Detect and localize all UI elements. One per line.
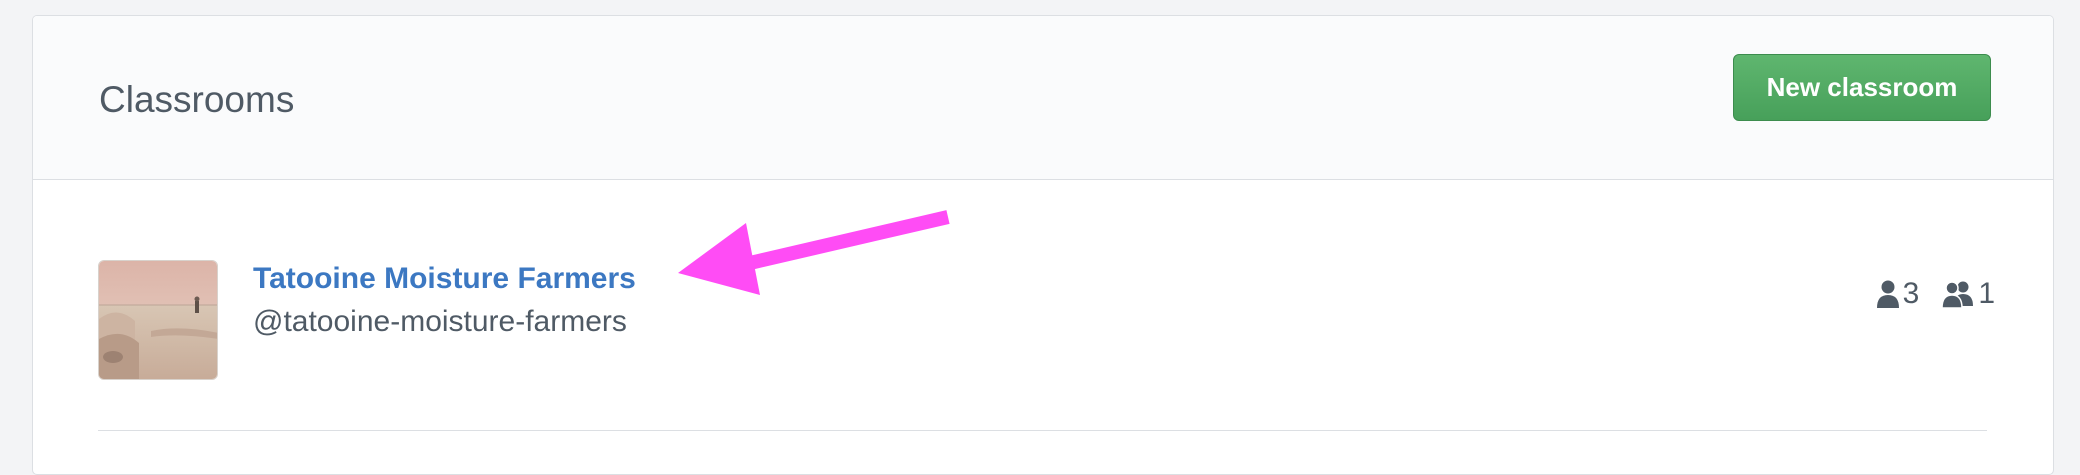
teams-count: 1	[1978, 277, 1995, 310]
panel-header: Classrooms New classroom	[33, 16, 2053, 180]
row-divider	[98, 429, 1987, 431]
classroom-stats: 3 1	[1876, 277, 1995, 311]
classrooms-panel: Classrooms New classroom Tatooine Moistu…	[32, 15, 2054, 475]
people-icon	[1941, 281, 1974, 309]
list-item: Tatooine Moisture Farmers @tatooine-mois…	[33, 181, 2053, 431]
avatar[interactable]	[98, 260, 218, 380]
person-icon	[1876, 280, 1899, 308]
members-stat: 3	[1876, 277, 1920, 311]
classroom-handle: @tatooine-moisture-farmers	[253, 305, 627, 338]
members-count: 3	[1902, 277, 1920, 310]
classroom-avatar-image	[99, 261, 217, 379]
page-title: Classrooms	[99, 79, 295, 120]
classroom-name-link[interactable]: Tatooine Moisture Farmers	[253, 262, 636, 296]
new-classroom-button[interactable]: New classroom	[1733, 54, 1991, 121]
teams-stat: 1	[1941, 277, 1995, 311]
